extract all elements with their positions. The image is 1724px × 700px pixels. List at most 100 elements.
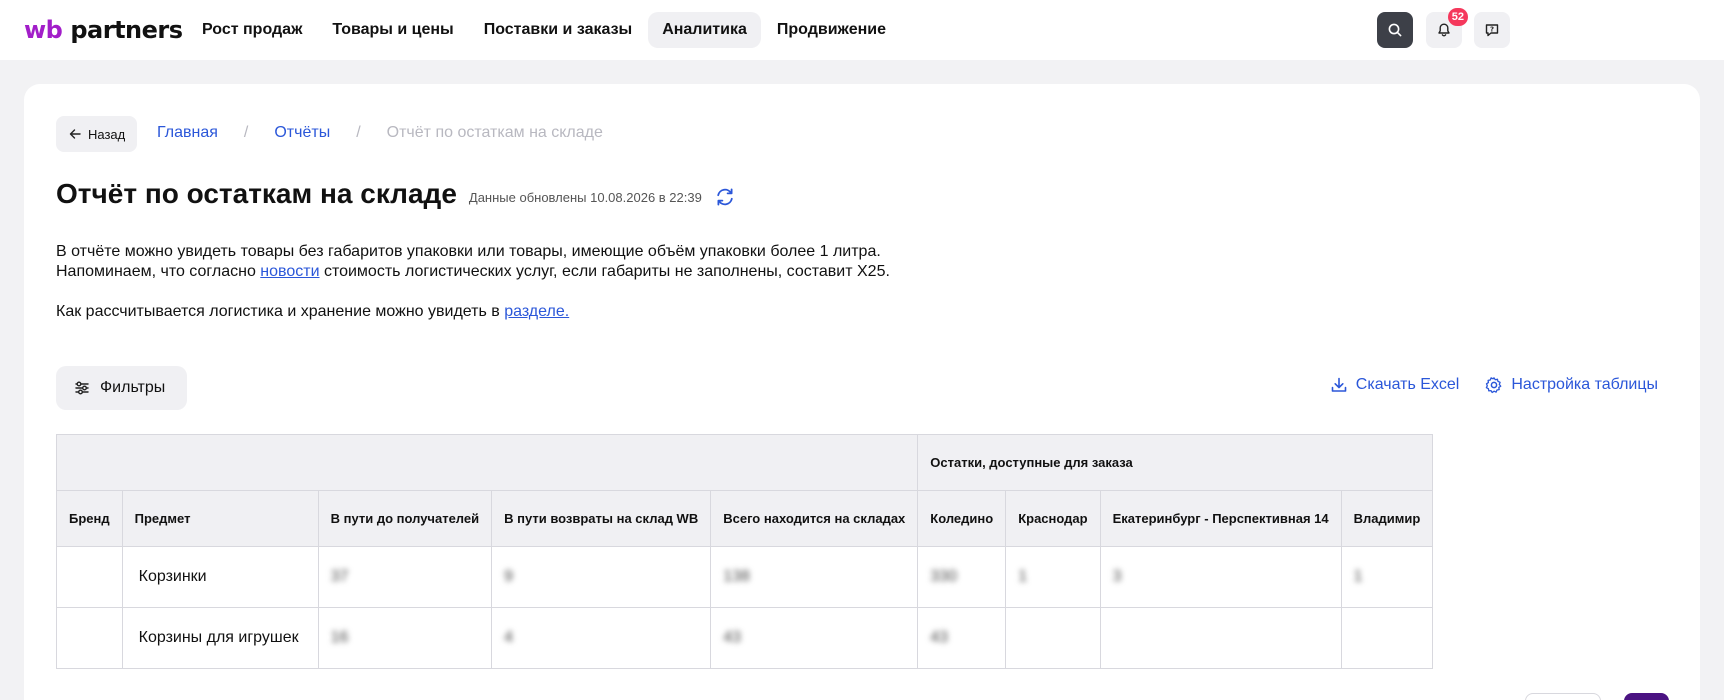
notifications-count-badge: 52 [1447, 8, 1468, 26]
table-row: Корзинки 37 9 138 330 1 3 1 [56, 546, 1434, 608]
cell-brand [56, 546, 123, 608]
cell-in-transit-to-customers: 37 [317, 546, 493, 608]
filters-button[interactable]: Фильтры [56, 366, 188, 410]
breadcrumb-current: Отчёт по остаткам на складе [386, 124, 603, 141]
column-header-koledino[interactable]: Коледино [917, 490, 1007, 547]
cell-total-in-warehouses: 43 [710, 607, 919, 669]
blurred-value: 3 [1112, 568, 1122, 585]
filters-button-label: Фильтры [100, 379, 166, 396]
nav-item-analytics[interactable]: Аналитика [648, 12, 761, 48]
arrow-left-icon [69, 129, 81, 139]
notifications-button[interactable]: 52 [1426, 8, 1468, 48]
cell-total-in-warehouses: 138 [710, 546, 919, 608]
download-icon [1331, 377, 1347, 392]
cell-koledino: 330 [917, 546, 1007, 608]
cell-returns-in-transit: 9 [491, 546, 712, 608]
cell-krasnodar [1005, 607, 1101, 669]
gear-icon [1486, 377, 1502, 394]
column-header-ekaterinburg[interactable]: Екатеринбург - Перспективная 14 [1099, 490, 1342, 547]
info-line-3-text: Как рассчитывается логистика и хранение … [56, 303, 505, 320]
svg-text:?: ? [1490, 26, 1494, 34]
filters-icon [75, 381, 89, 395]
cell-subject: Корзинки [121, 546, 319, 608]
cell-returns-in-transit: 4 [491, 607, 712, 669]
column-header-returns-in-transit[interactable]: В пути возвраты на склад WB [491, 490, 712, 547]
report-content-card: Назад Главная / Отчёты / Отчёт по остатк… [24, 84, 1700, 700]
cell-vladimir: 1 [1340, 546, 1434, 608]
refresh-button[interactable] [714, 186, 736, 208]
nav-item-supplies-orders[interactable]: Поставки и заказы [470, 12, 646, 48]
news-link[interactable]: новости [260, 263, 319, 280]
support-chat-button[interactable]: ? [1474, 12, 1510, 48]
blurred-value: 43 [723, 629, 742, 646]
column-header-in-transit-to-customers[interactable]: В пути до получателей [317, 490, 493, 547]
back-button-label: Назад [88, 126, 126, 142]
logo-partners-text: partners [70, 16, 183, 44]
breadcrumb: Главная / Отчёты / Отчёт по остаткам на … [157, 124, 603, 142]
cell-koledino: 43 [917, 607, 1007, 669]
search-icon [1388, 23, 1402, 37]
data-updated-timestamp: Данные обновлены 10.08.2026 в 22:39 [468, 189, 702, 205]
group-header-available-stock: Остатки, доступные для заказа [917, 434, 1434, 491]
column-header-total-in-warehouses[interactable]: Всего находится на складах [710, 490, 919, 547]
blurred-value: 9 [504, 568, 514, 585]
cell-ekaterinburg [1099, 607, 1342, 669]
table-header-row: Бренд Предмет В пути до получателей В пу… [56, 490, 1434, 547]
wb-partners-logo[interactable]: wb partners [24, 16, 183, 44]
nav-item-sales-growth[interactable]: Рост продаж [188, 12, 316, 48]
table-settings-label: Настройка таблицы [1511, 376, 1658, 393]
info-line-2-text-end: стоимость логистических услуг, если габа… [319, 263, 890, 280]
page-title: Отчёт по остаткам на складе [56, 178, 457, 209]
breadcrumb-reports-link[interactable]: Отчёты [274, 124, 330, 142]
back-button[interactable]: Назад [56, 116, 138, 152]
info-line-3: Как рассчитывается логистика и хранение … [56, 302, 1056, 322]
cell-krasnodar: 1 [1005, 546, 1101, 608]
cell-ekaterinburg: 3 [1099, 546, 1342, 608]
blurred-value: 43 [930, 629, 949, 646]
table-row: Корзины для игрушек 16 4 43 43 [56, 607, 1434, 669]
blurred-value: 330 [930, 568, 957, 585]
column-header-brand[interactable]: Бренд [56, 490, 123, 547]
blurred-value: 1 [1018, 568, 1028, 585]
logo-wb-text: wb [24, 16, 63, 44]
table-tools: Скачать Excel Настройка таблицы [1330, 376, 1658, 394]
column-header-krasnodar[interactable]: Краснодар [1005, 490, 1101, 547]
cell-brand [56, 607, 123, 669]
info-line-1: В отчёте можно увидеть товары без габари… [56, 243, 881, 260]
refresh-icon [717, 188, 733, 206]
stock-report-table: Остатки, доступные для заказа Бренд Пред… [55, 434, 1434, 669]
page-title-row: Отчёт по остаткам на складе Данные обнов… [56, 178, 736, 210]
nav-item-products-prices[interactable]: Товары и цены [318, 12, 467, 48]
nav-item-promotion[interactable]: Продвижение [763, 12, 900, 48]
chat-icon: ? [1485, 24, 1499, 37]
search-button[interactable] [1377, 12, 1413, 48]
download-excel-label: Скачать Excel [1355, 376, 1460, 393]
bell-icon [1438, 23, 1450, 37]
section-link[interactable]: разделе. [504, 303, 569, 320]
blurred-value: 4 [504, 629, 514, 646]
cell-subject: Корзины для игрушек [121, 607, 319, 669]
group-header-empty [55, 434, 919, 491]
table-settings-button[interactable]: Настройка таблицы [1485, 376, 1658, 394]
table-group-header-row: Остатки, доступные для заказа [55, 434, 1434, 491]
breadcrumb-separator: / [243, 124, 249, 141]
blurred-value: 16 [330, 629, 349, 646]
column-header-vladimir[interactable]: Владимир [1340, 490, 1434, 547]
pagination-active-page[interactable] [1624, 693, 1669, 700]
blurred-value: 37 [330, 568, 349, 585]
breadcrumb-separator: / [356, 124, 361, 141]
top-navigation-bar: wb partners Рост продаж Товары и цены По… [0, 0, 1724, 60]
cell-vladimir [1340, 607, 1434, 669]
cell-in-transit-to-customers: 16 [317, 607, 493, 669]
info-line-2: Напоминаем, что согласно новости стоимос… [56, 262, 1056, 282]
column-header-subject[interactable]: Предмет [121, 490, 319, 547]
blurred-value: 138 [723, 568, 750, 585]
pagination-page-size-select[interactable] [1525, 693, 1601, 700]
blurred-value: 1 [1353, 568, 1363, 585]
main-nav: Рост продаж Товары и цены Поставки и зак… [188, 12, 900, 48]
download-excel-button[interactable]: Скачать Excel [1330, 376, 1460, 394]
report-info-text: В отчёте можно увидеть товары без габари… [56, 242, 1056, 322]
breadcrumb-home-link[interactable]: Главная [157, 124, 218, 142]
info-line-2-text: Напоминаем, что согласно [56, 263, 261, 280]
